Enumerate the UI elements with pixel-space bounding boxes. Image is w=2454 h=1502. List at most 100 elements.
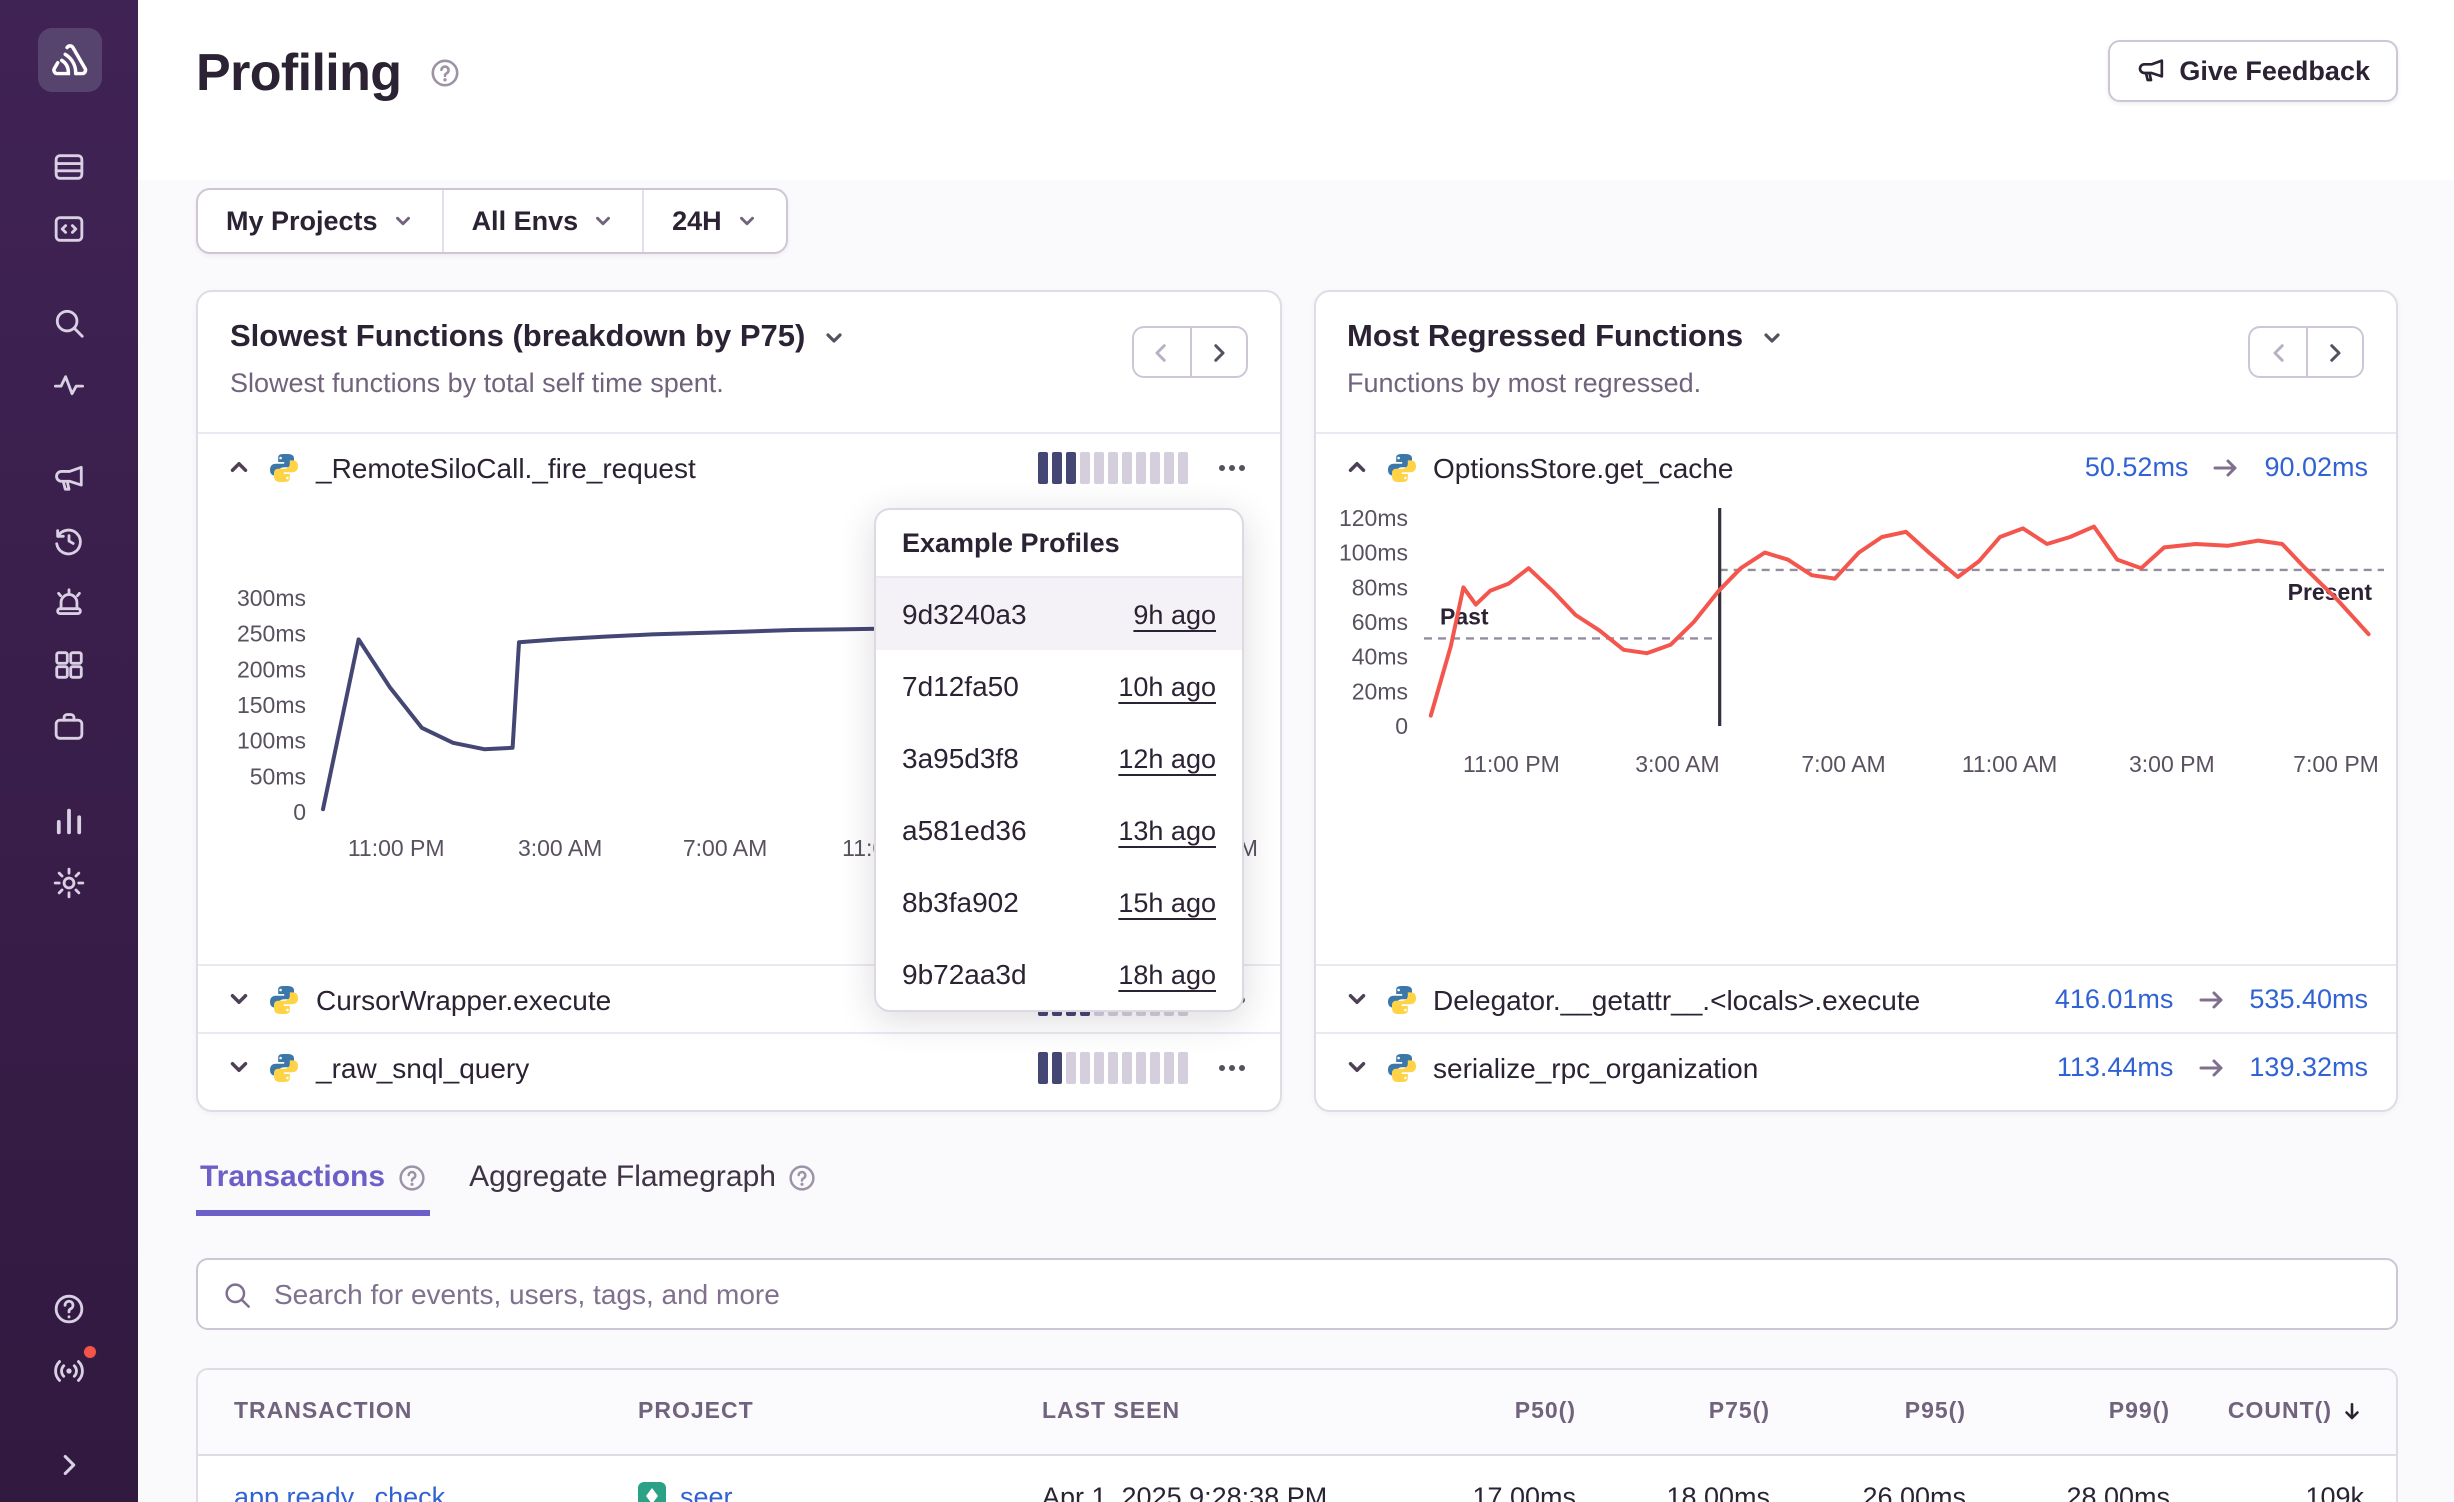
environment-filter[interactable]: All Envs: [442, 190, 643, 252]
profile-id: a581ed36: [902, 814, 1027, 846]
before-duration-link[interactable]: 416.01ms: [2055, 984, 2174, 1014]
last-seen-value: Apr 1, 2025 9:28:38 PM: [1042, 1481, 1382, 1502]
tab-transactions[interactable]: Transactions: [196, 1160, 429, 1216]
before-duration-link[interactable]: 113.44ms: [2057, 1052, 2174, 1082]
sidebar-item-discover[interactable]: [41, 294, 97, 350]
expand-chevron-icon[interactable]: [226, 986, 252, 1012]
expand-chevron-icon[interactable]: [226, 1054, 252, 1080]
search-icon: [52, 305, 86, 339]
profiling-help-icon[interactable]: [430, 57, 460, 87]
python-icon: [268, 1051, 300, 1083]
table-row[interactable]: app.ready._check seer Apr 1, 2025 9:28:3…: [198, 1456, 2396, 1502]
svg-text:Past: Past: [1439, 603, 1488, 629]
after-duration-link[interactable]: 535.40ms: [2249, 984, 2368, 1014]
sidebar-item-explore[interactable]: [41, 200, 97, 256]
next-button[interactable]: [2306, 326, 2364, 378]
column-transaction[interactable]: TRANSACTION: [234, 1400, 638, 1424]
sidebar-item-performance[interactable]: [41, 356, 97, 412]
svg-text:20ms: 20ms: [1351, 678, 1407, 704]
profile-age-link[interactable]: 15h ago: [1118, 887, 1216, 917]
profile-option[interactable]: a581ed36 13h ago: [876, 794, 1242, 866]
profile-age-link[interactable]: 13h ago: [1118, 815, 1216, 845]
expand-chevron-icon[interactable]: [1343, 986, 1369, 1012]
sentry-logo[interactable]: [37, 28, 101, 92]
profiling-page: Profiling Give Feedback My Projects All …: [0, 0, 2454, 1502]
sidebar-item-issues[interactable]: [41, 138, 97, 194]
slowest-functions-title[interactable]: Slowest Functions (breakdown by P75): [230, 320, 1247, 356]
svg-text:11:00 PM: 11:00 PM: [1462, 751, 1559, 777]
column-p50[interactable]: P50(): [1382, 1400, 1576, 1424]
column-p99[interactable]: P99(): [1966, 1400, 2170, 1424]
svg-text:200ms: 200ms: [237, 656, 306, 682]
options-button[interactable]: [1211, 447, 1251, 487]
chevron-right-icon: [2322, 339, 2348, 365]
chevron-left-icon: [1148, 339, 1174, 365]
project-filter-label: My Projects: [226, 206, 378, 236]
prev-button[interactable]: [2248, 326, 2306, 378]
collapse-chevron-icon[interactable]: [1343, 454, 1369, 480]
sidebar-item-whats-new[interactable]: [41, 1342, 97, 1398]
column-count-label: COUNT(): [2228, 1400, 2332, 1424]
svg-text:80ms: 80ms: [1351, 574, 1407, 600]
profile-age-link[interactable]: 9h ago: [1133, 599, 1216, 629]
column-p75[interactable]: P75(): [1576, 1400, 1770, 1424]
sidebar-item-help[interactable]: [41, 1280, 97, 1336]
time-range-filter[interactable]: 24H: [642, 190, 786, 252]
svg-text:11:00 PM: 11:00 PM: [348, 835, 445, 861]
column-project[interactable]: PROJECT: [638, 1400, 1042, 1424]
profile-sparkline: [1038, 1051, 1187, 1083]
function-row[interactable]: OptionsStore.get_cache 50.52ms 90.02ms: [1315, 432, 2396, 500]
profile-age-link[interactable]: 10h ago: [1118, 671, 1216, 701]
panel-subtitle: Slowest functions by total self time spe…: [230, 368, 1247, 398]
regressed-functions-title[interactable]: Most Regressed Functions: [1347, 320, 2364, 356]
profile-age-link[interactable]: 12h ago: [1118, 743, 1216, 773]
sidebar-item-stats[interactable]: [41, 792, 97, 848]
sidebar-item-feedback[interactable]: [41, 450, 97, 506]
chevron-down-icon: [392, 210, 414, 232]
before-duration-link[interactable]: 50.52ms: [2085, 452, 2189, 482]
p99-value: 28.00ms: [1966, 1481, 2170, 1502]
collapse-chevron-icon[interactable]: [226, 454, 252, 480]
chevron-down-icon: [1759, 326, 1783, 350]
expand-chevron-icon[interactable]: [1343, 1054, 1369, 1080]
ellipsis-icon: [1215, 451, 1247, 483]
prev-button[interactable]: [1131, 326, 1189, 378]
give-feedback-button[interactable]: Give Feedback: [2107, 40, 2398, 102]
transaction-link[interactable]: app.ready._check: [234, 1481, 638, 1502]
sidebar-expand-toggle[interactable]: [41, 1436, 97, 1492]
p95-value: 26.00ms: [1770, 1481, 1966, 1502]
sidebar-item-settings[interactable]: [41, 854, 97, 910]
function-row[interactable]: Delegator.__getattr__.<locals>.execute 4…: [1315, 964, 2396, 1032]
function-row[interactable]: _RemoteSiloCall._fire_request: [198, 432, 1279, 500]
page-content: My Projects All Envs 24H: [138, 180, 2454, 1502]
profile-option[interactable]: 3a95d3f8 12h ago: [876, 722, 1242, 794]
options-button[interactable]: [1211, 1047, 1251, 1087]
svg-text:3:00 PM: 3:00 PM: [2128, 751, 2214, 777]
svg-text:7:00 AM: 7:00 AM: [1800, 751, 1884, 777]
after-duration-link[interactable]: 139.32ms: [2249, 1052, 2368, 1082]
sidebar-item-releases[interactable]: [41, 698, 97, 754]
function-row[interactable]: _raw_snql_query: [198, 1032, 1279, 1100]
column-last-seen[interactable]: LAST SEEN: [1042, 1400, 1382, 1424]
next-button[interactable]: [1189, 326, 1247, 378]
sidebar-item-replays[interactable]: [41, 512, 97, 568]
search-input[interactable]: [270, 1276, 2372, 1312]
chevron-left-icon: [2265, 339, 2291, 365]
profile-age-link[interactable]: 18h ago: [1118, 959, 1216, 989]
column-count[interactable]: COUNT(): [2170, 1400, 2364, 1424]
project-filter[interactable]: My Projects: [198, 190, 442, 252]
tab-aggregate-flamegraph[interactable]: Aggregate Flamegraph: [465, 1160, 820, 1216]
function-row[interactable]: serialize_rpc_organization 113.44ms 139.…: [1315, 1032, 2396, 1100]
python-icon: [268, 451, 300, 483]
profile-option[interactable]: 7d12fa50 10h ago: [876, 650, 1242, 722]
sidebar-item-alerts[interactable]: [41, 574, 97, 630]
profile-option[interactable]: 8b3fa902 15h ago: [876, 866, 1242, 938]
arrow-right-icon: [2212, 453, 2240, 481]
project-link[interactable]: seer: [680, 1481, 733, 1502]
tab-label: Aggregate Flamegraph: [469, 1160, 776, 1194]
profile-option[interactable]: 9d3240a3 9h ago: [876, 578, 1242, 650]
after-duration-link[interactable]: 90.02ms: [2264, 452, 2368, 482]
sidebar-item-dashboards[interactable]: [41, 636, 97, 692]
column-p95[interactable]: P95(): [1770, 1400, 1966, 1424]
profile-option[interactable]: 9b72aa3d 18h ago: [876, 938, 1242, 1010]
